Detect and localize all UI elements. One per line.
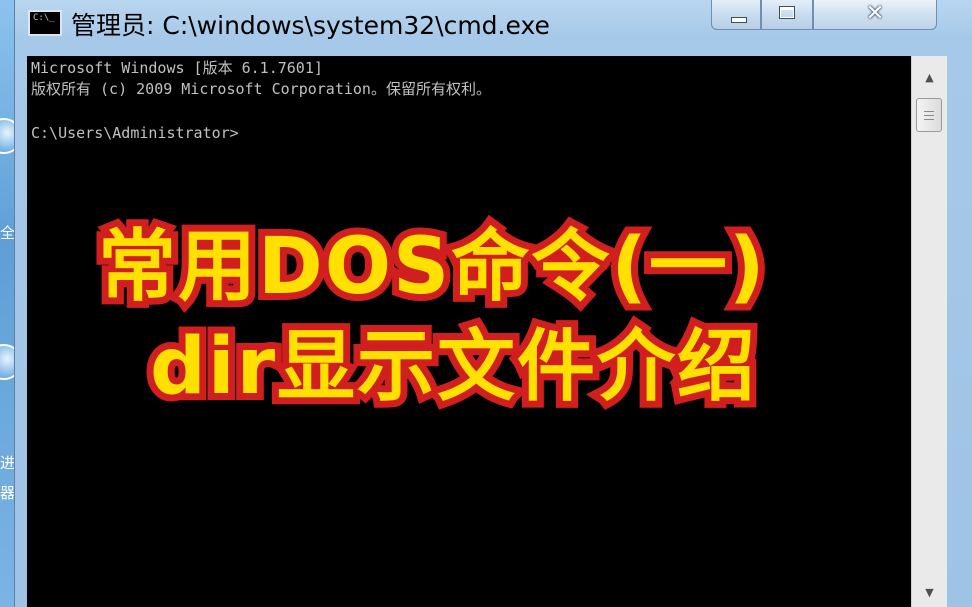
cmd-app-icon[interactable]: C:\_ — [28, 10, 62, 36]
console-prompt: C:\Users\Administrator> — [31, 124, 239, 142]
scroll-up-arrow-icon[interactable]: ▲ — [912, 64, 947, 92]
grip-line — [924, 111, 934, 112]
window-title: 管理员: C:\windows\system32\cmd.exe — [71, 11, 550, 40]
vertical-scrollbar[interactable]: ▲ ▼ — [911, 56, 947, 607]
scroll-thumb[interactable] — [916, 98, 942, 132]
console-line: Microsoft Windows [版本 6.1.7601] — [31, 59, 323, 77]
minimize-button[interactable] — [711, 0, 761, 30]
scroll-down-arrow-icon[interactable]: ▼ — [912, 579, 947, 607]
video-caption-title: 常用DOS命令(一) — [91, 215, 772, 319]
minimize-icon — [731, 17, 747, 23]
grip-line — [924, 119, 934, 120]
grip-line — [924, 115, 934, 116]
close-icon: ✕ — [865, 1, 885, 26]
title-bar[interactable]: C:\_ 管理员: C:\windows\system32\cmd.exe ✕ — [15, 0, 972, 48]
maximize-button[interactable] — [761, 0, 813, 30]
console-line: 版权所有 (c) 2009 Microsoft Corporation。保留所有… — [31, 80, 491, 98]
maximize-icon — [779, 6, 795, 19]
close-button[interactable]: ✕ — [813, 0, 937, 30]
video-caption-subtitle: dir显示文件介绍 — [143, 315, 762, 419]
